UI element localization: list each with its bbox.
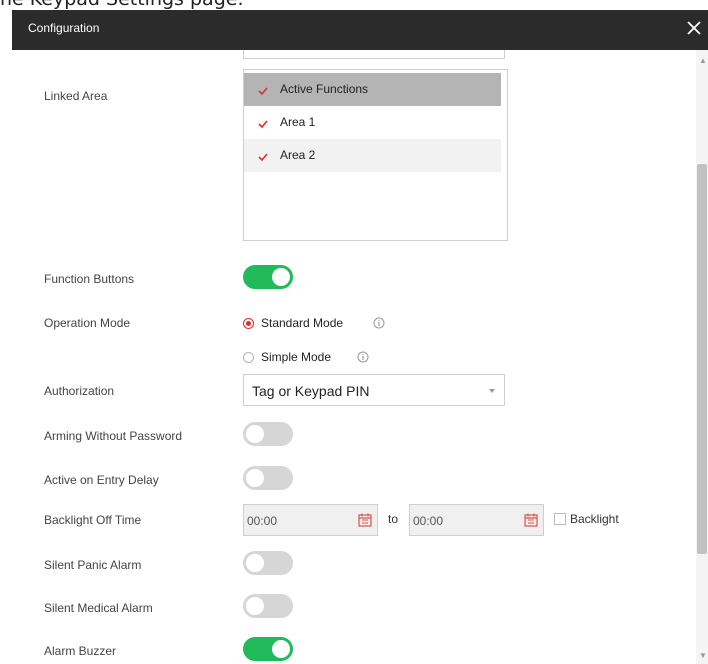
simple-mode-label: Simple Mode — [261, 350, 332, 364]
calendar-icon[interactable] — [524, 513, 538, 527]
info-icon[interactable] — [357, 351, 369, 363]
arming-without-password-toggle[interactable] — [243, 422, 293, 446]
dialog-title: Configuration — [28, 21, 100, 35]
list-item-area-1[interactable]: Area 1 — [244, 106, 501, 139]
simple-mode-radio[interactable] — [243, 352, 254, 363]
silent-medical-alarm-toggle[interactable] — [243, 594, 293, 618]
dialog-titlebar: Configuration — [12, 10, 708, 50]
toggle-knob — [272, 268, 290, 286]
scroll-down-icon[interactable]: ▼ — [699, 651, 707, 660]
list-item-label: Active Functions — [280, 82, 369, 96]
function-buttons-label: Function Buttons — [44, 272, 135, 286]
operation-mode-label: Operation Mode — [44, 316, 131, 330]
calendar-icon[interactable] — [358, 513, 372, 527]
info-icon[interactable] — [373, 317, 385, 329]
backlight-checkbox[interactable] — [554, 513, 566, 525]
end-time-value: 00:00 — [413, 514, 444, 528]
start-time-input[interactable]: 00:00 — [243, 504, 378, 536]
page-caption: he Keypad Settings page. — [0, 0, 243, 10]
chevron-down-icon[interactable] — [489, 389, 495, 393]
vertical-scrollbar[interactable]: ▲ ▼ — [696, 50, 708, 664]
linked-area-label: Linked Area — [44, 89, 108, 103]
authorization-value: Tag or Keypad PIN — [252, 383, 370, 399]
active-on-entry-delay-toggle[interactable] — [243, 466, 293, 490]
toggle-knob — [246, 554, 264, 572]
active-on-entry-delay-label: Active on Entry Delay — [44, 473, 159, 487]
silent-medical-alarm-label: Silent Medical Alarm — [44, 601, 153, 615]
checkmark-icon[interactable] — [258, 151, 268, 162]
list-item-label: Area 2 — [280, 148, 316, 162]
authorization-label: Authorization — [44, 384, 115, 398]
arming-without-password-label: Arming Without Password — [44, 429, 183, 443]
standard-mode-label: Standard Mode — [261, 316, 344, 330]
close-icon[interactable] — [684, 18, 704, 38]
function-buttons-toggle[interactable] — [243, 265, 293, 289]
toggle-knob — [246, 469, 264, 487]
configuration-dialog: Configuration Linked Area Active Functio… — [12, 10, 708, 664]
linked-area-list[interactable]: Active Functions Area 1 Area 2 — [243, 69, 508, 241]
backlight-label: Backlight — [570, 512, 619, 526]
checkmark-icon[interactable] — [258, 118, 268, 129]
list-item-label: Area 1 — [280, 115, 316, 129]
silent-panic-alarm-label: Silent Panic Alarm — [44, 558, 142, 572]
alarm-buzzer-label: Alarm Buzzer — [44, 644, 117, 658]
scroll-up-icon[interactable]: ▲ — [699, 56, 707, 65]
backlight-off-time-label: Backlight Off Time — [44, 513, 142, 527]
end-time-input[interactable]: 00:00 — [409, 504, 544, 536]
alarm-buzzer-toggle[interactable] — [243, 637, 293, 661]
start-time-value: 00:00 — [247, 514, 278, 528]
toggle-knob — [272, 640, 290, 658]
list-item-area-2[interactable]: Area 2 — [244, 139, 501, 172]
checkmark-icon[interactable] — [258, 85, 268, 96]
settings-form: Linked Area Active Functions Area 1 Area… — [12, 50, 696, 664]
standard-mode-radio[interactable] — [243, 318, 254, 329]
authorization-select[interactable]: Tag or Keypad PIN — [243, 374, 505, 406]
previous-field-edge — [243, 50, 505, 59]
list-item-active-functions[interactable]: Active Functions — [244, 73, 501, 106]
scrollbar-thumb[interactable] — [697, 164, 707, 554]
toggle-knob — [246, 425, 264, 443]
silent-panic-alarm-toggle[interactable] — [243, 551, 293, 575]
to-label: to — [388, 512, 399, 526]
toggle-knob — [246, 597, 264, 615]
